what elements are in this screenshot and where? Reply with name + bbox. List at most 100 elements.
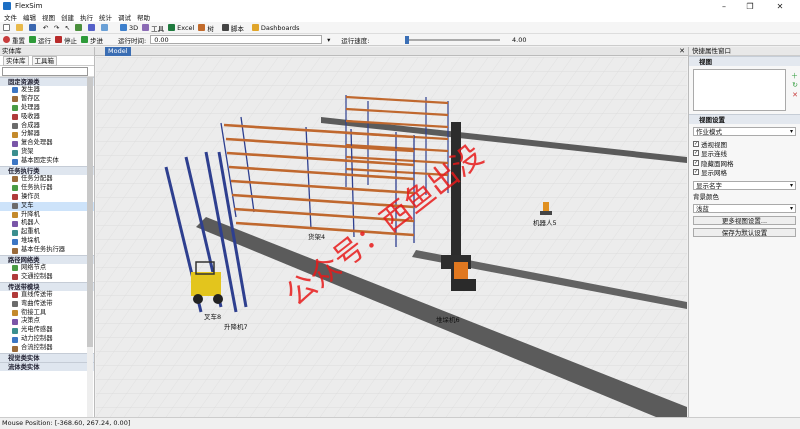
tab-toolbox[interactable]: 工具箱 [31, 55, 57, 66]
view-option-checkbox[interactable]: ✓ 显示连线 [689, 149, 800, 159]
checkbox-icon[interactable]: ✓ [693, 140, 699, 147]
minimize-button[interactable]: – [712, 0, 736, 12]
checkbox-icon[interactable]: ✓ [693, 169, 699, 176]
display-name-dropdown[interactable]: 显示名字 [693, 181, 796, 190]
library-item[interactable]: 合成器 [0, 122, 94, 131]
library-item[interactable]: 处理器 [0, 104, 94, 113]
tools-button[interactable]: 工具 [141, 23, 165, 33]
library-item[interactable]: 基本固定实体 [0, 157, 94, 166]
stop-button[interactable]: 停止 [54, 35, 78, 45]
checkbox-label: 显示连线 [701, 150, 727, 159]
view-option-checkbox[interactable]: ✓ 隐藏面网格 [689, 158, 800, 168]
library-item[interactable]: 叉车 [0, 201, 94, 211]
layout-icon[interactable] [100, 23, 111, 32]
library-item[interactable]: 任务执行器 [0, 184, 94, 193]
step-button[interactable]: 步进 [80, 35, 104, 45]
background-color-dropdown[interactable]: 浅蓝 [693, 204, 796, 213]
view-option-checkbox[interactable]: ✓ 显示网格 [689, 168, 800, 177]
connect-icon[interactable] [74, 23, 85, 32]
checkbox-icon[interactable]: ✓ [693, 150, 699, 157]
save-icon[interactable] [28, 23, 39, 32]
library-item[interactable]: 光电传感器 [0, 326, 94, 335]
add-view-icon[interactable]: ＋ [791, 71, 798, 81]
library-item[interactable]: 暂存区 [0, 95, 94, 104]
menu-execute[interactable]: 执行 [80, 12, 93, 22]
delete-view-icon[interactable]: ✕ [792, 91, 798, 99]
library-section[interactable]: 传送带模块 [0, 281, 94, 291]
menu-view[interactable]: 视图 [42, 12, 55, 22]
library-scrollbar-thumb[interactable] [87, 77, 93, 347]
view-option-checkbox[interactable]: ✓ 透视视图 [689, 139, 800, 149]
undo-icon[interactable]: ↶ [41, 23, 50, 32]
library-item[interactable]: 复合处理器 [0, 139, 94, 148]
close-button[interactable]: ✕ [768, 0, 792, 12]
library-item[interactable]: 吸收器 [0, 113, 94, 122]
dashboards-button[interactable]: Dashboards [251, 23, 301, 32]
library-item[interactable]: 升降机 [0, 211, 94, 220]
maximize-button[interactable]: ❐ [738, 0, 762, 12]
run-time-field[interactable]: 0.00 [150, 35, 323, 44]
tree-button[interactable]: 树 [197, 23, 215, 33]
shape-icon[interactable] [87, 23, 98, 32]
library-item-label: 起重机 [21, 228, 40, 236]
menu-file[interactable]: 文件 [4, 12, 17, 22]
library-scrollbar[interactable] [87, 77, 93, 417]
run-speed-slider-track[interactable] [405, 39, 500, 41]
library-item[interactable]: 衔接工具 [0, 309, 94, 318]
library-item-label: 暂存区 [21, 94, 40, 102]
model-3d-view[interactable]: 货架4 机器人5 堆垛机6 叉车8 升降机7 公众号：西鱼出没 [96, 57, 687, 417]
pointer-icon[interactable]: ↖ [63, 23, 72, 32]
mode-dropdown[interactable]: 作业模式 [693, 127, 796, 136]
library-search-input[interactable] [2, 66, 88, 76]
run-button[interactable]: 运行 [28, 35, 52, 45]
library-item[interactable]: 直线传送带 [0, 291, 94, 300]
library-item[interactable]: 发生器 [0, 86, 94, 95]
section-view[interactable]: 视图 [689, 56, 800, 66]
library-item[interactable]: 分解器 [0, 130, 94, 139]
more-view-settings-button[interactable]: 更多视图设置... [693, 216, 796, 225]
library-item[interactable]: 货架 [0, 148, 94, 157]
view-list[interactable] [693, 69, 786, 111]
library-item[interactable]: 合流控制器 [0, 344, 94, 353]
library-item-label: 处理器 [21, 103, 40, 111]
library-item[interactable]: 网络节点 [0, 264, 94, 273]
refresh-view-icon[interactable]: ↻ [792, 81, 798, 89]
library-section[interactable]: 视觉类实体 [0, 353, 94, 363]
library-item[interactable]: 任务分配器 [0, 175, 94, 184]
library-item[interactable]: 弯曲传送带 [0, 300, 94, 309]
open-icon[interactable] [15, 23, 26, 32]
menu-edit[interactable]: 编辑 [23, 12, 36, 22]
section-view-settings[interactable]: 视图设置 [689, 114, 800, 124]
redo-icon[interactable]: ↷ [52, 23, 61, 32]
library-section[interactable]: 固定资源类 [0, 77, 94, 86]
menu-help[interactable]: 帮助 [137, 12, 150, 22]
library-item[interactable]: 起重机 [0, 228, 94, 237]
tab-model[interactable]: Model [105, 47, 131, 56]
save-default-button[interactable]: 保存为默认设置 [693, 228, 796, 237]
library-section[interactable]: 任务执行类 [0, 166, 94, 176]
run-time-dropdown[interactable]: ▾ [324, 35, 333, 44]
library-section[interactable]: 路径网络类 [0, 255, 94, 265]
library-item-icon [12, 194, 18, 201]
new-icon[interactable] [2, 23, 13, 32]
tab-library[interactable]: 实体库 [3, 55, 29, 66]
menu-debug[interactable]: 调试 [118, 12, 131, 22]
view-tab-bar: Model ✕ [95, 47, 688, 56]
library-item[interactable]: 操作员 [0, 193, 94, 202]
library-item[interactable]: 基本任务执行器 [0, 246, 94, 255]
library-item[interactable]: 动力控制器 [0, 335, 94, 344]
library-section[interactable]: 流体类实体 [0, 362, 94, 372]
checkbox-icon[interactable]: ✓ [693, 159, 699, 166]
menu-create[interactable]: 创建 [61, 12, 74, 22]
library-item[interactable]: 交通控制器 [0, 273, 94, 282]
menu-statistics[interactable]: 统计 [99, 12, 112, 22]
close-view-icon[interactable]: ✕ [679, 47, 685, 56]
run-speed-slider-handle[interactable] [405, 36, 409, 44]
library-item[interactable]: 机器人 [0, 219, 94, 228]
reset-button[interactable]: 重置 [2, 35, 26, 45]
library-item[interactable]: 堆垛机 [0, 237, 94, 246]
script-button[interactable]: 脚本 [221, 23, 245, 33]
excel-button[interactable]: Excel [167, 23, 195, 32]
view-3d-button[interactable]: 3D [119, 23, 139, 32]
library-item-label: 堆垛机 [21, 237, 40, 245]
